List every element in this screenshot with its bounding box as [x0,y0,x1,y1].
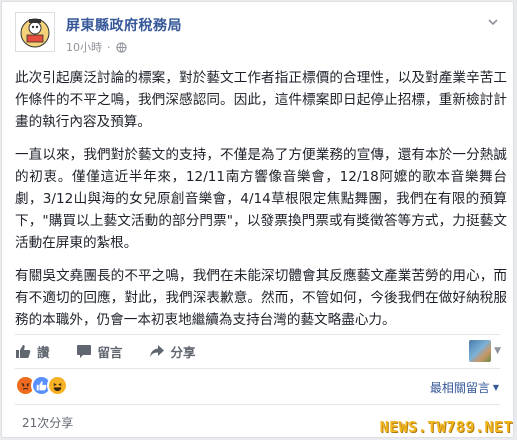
share-icon [149,345,164,357]
post-paragraph: 有關吳文堯團長的不平之鳴，我們在未能深切體會其反應藝文產業苦勞的用心，而有不適切… [15,268,507,328]
post-paragraph: 一直以來，我們對於藝文的支持，不僅是為了方便業務的宣傳，還有本於一分熱誠的初衷。… [15,147,507,251]
comment-icon [76,345,91,358]
share-button[interactable]: 分享 [149,342,196,361]
page-avatar[interactable] [15,12,55,52]
meta-separator: · [107,40,111,54]
divider [15,368,500,369]
comment-sort-label: 最相關留言 [429,381,490,395]
post-time[interactable]: 10小時 [66,39,102,55]
avatar-logo [20,18,50,48]
caret-down-icon[interactable]: ▼ [494,346,501,356]
page-name-link[interactable]: 屏東縣政府稅務局 [66,15,182,35]
divider [15,334,500,335]
profile-selector-avatar[interactable] [469,340,492,362]
globe-icon [115,41,127,53]
comment-label: 留言 [97,344,123,360]
like-icon [16,345,31,358]
post-card: 屏東縣政府稅務局 10小時 · 此次引起廣泛討論的標案，對於藝文工作者指正標價的… [1,1,514,438]
like-button[interactable]: 讚 [15,342,50,361]
like-label: 讚 [37,344,50,360]
share-count[interactable]: 21次分享 [22,414,73,431]
haha-reaction-icon [47,374,68,396]
divider [15,404,500,405]
post-paragraph: 此次引起廣泛討論的標案，對於藝文工作者指正標價的合理性，以及對產業辛苦工作條件的… [15,70,507,130]
reactions-summary[interactable] [15,374,68,396]
action-bar: 讚 留言 分享 ▼ [15,338,501,364]
post-body: 此次引起廣泛討論的標案，對於藝文工作者指正標價的合理性，以及對產業辛苦工作條件的… [15,67,507,342]
watermark: NEWS.TW789.NET [379,418,513,436]
share-label: 分享 [170,344,196,360]
comment-sort-dropdown[interactable]: 最相關留言 ▼ [430,379,499,396]
caret-down-icon: ▼ [492,383,499,392]
chevron-down-icon[interactable] [487,16,499,28]
comment-button[interactable]: 留言 [76,342,123,361]
post-meta: 10小時 · [66,40,127,54]
